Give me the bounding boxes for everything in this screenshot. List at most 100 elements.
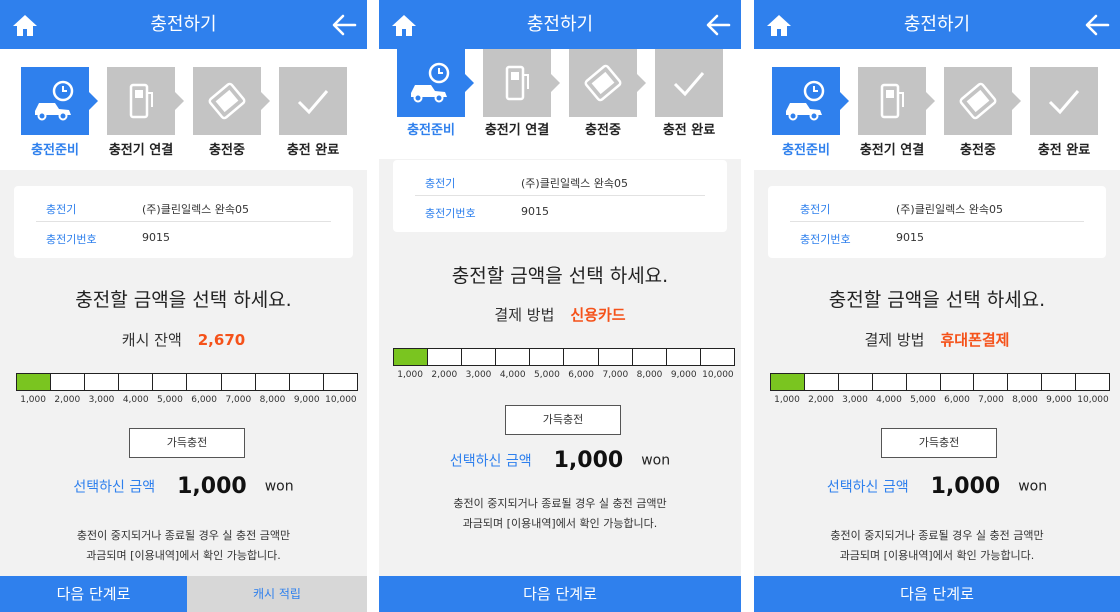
amount-option[interactable]: [700, 349, 734, 365]
arrow-left-icon[interactable]: [331, 12, 357, 38]
amount-option[interactable]: [119, 374, 154, 390]
amount-option[interactable]: [804, 374, 839, 390]
currency-unit: won: [641, 452, 671, 469]
amount-option[interactable]: [17, 374, 52, 390]
payment-method: 결제 방법 휴대폰결제: [754, 329, 1120, 350]
charger-label: 충전기: [800, 203, 831, 216]
charger-info-card: 충전기 (주)클린일렉스 완속05 충전기번호 9015: [768, 186, 1106, 258]
charger-label: 충전기: [425, 177, 456, 190]
amount-option[interactable]: [85, 374, 120, 390]
charger-number-value: 9015: [521, 205, 549, 218]
amount-option[interactable]: [187, 374, 222, 390]
page-title: 충전하기: [150, 14, 217, 35]
amount-option[interactable]: [1008, 374, 1043, 390]
amount-option[interactable]: [323, 374, 357, 390]
charger-number-label: 충전기번호: [425, 207, 476, 220]
amount-tick-label: 10,000: [702, 370, 734, 380]
footer-bar: 다음 단계로: [754, 576, 1120, 612]
charger-value: (주)클린일렉스 완속05: [142, 203, 250, 216]
charger-row: 충전기 (주)클린일렉스 완속05: [36, 192, 331, 222]
amount-tick-label: 4,000: [499, 370, 526, 380]
charger-info-card: 충전기 (주)클린일렉스 완속05 충전기번호 9015: [393, 160, 727, 232]
step-indicator: 충전준비 충전기 연결 충전중 충전 완료: [754, 49, 1120, 170]
step-label-charging: 충전중: [209, 143, 245, 158]
selected-amount: 선택하신 금액 1,000 won: [754, 474, 1120, 504]
step-label-connect: 충전기 연결: [859, 143, 925, 158]
amount-option[interactable]: [906, 374, 941, 390]
selected-amount-label: 선택하신 금액: [449, 453, 532, 470]
amount-selector: [393, 348, 735, 366]
next-step-button[interactable]: 다음 단계로: [754, 576, 1120, 612]
payment-method: 결제 방법 신용카드: [379, 304, 741, 325]
amount-option[interactable]: [221, 374, 256, 390]
charger-number-row: 충전기번호 9015: [415, 196, 705, 226]
billing-note-line: 과금되며 [이용내역]에서 확인 가능합니다.: [86, 549, 281, 562]
amount-option[interactable]: [289, 374, 324, 390]
step-indicator: 충전준비 충전기 연결 충전중 충전 완료: [0, 49, 367, 170]
check-icon: [297, 90, 329, 115]
selected-amount-value: 1,000: [177, 474, 247, 499]
step-charging: [944, 67, 1021, 135]
footer-bar: 다음 단계로: [379, 576, 741, 612]
amount-tick-label: 6,000: [568, 370, 594, 380]
app-header: 충전하기: [0, 0, 367, 49]
amount-tick-label: 4,000: [122, 395, 149, 405]
amount-option[interactable]: [496, 349, 531, 365]
step-prepare: [772, 67, 849, 135]
amount-option[interactable]: [564, 349, 599, 365]
amount-option[interactable]: [530, 349, 565, 365]
amount-tick-label: 1,000: [397, 370, 423, 380]
footer-bar: 다음 단계로 캐시 적립: [0, 576, 367, 612]
cash-earn-button[interactable]: 캐시 적립: [187, 576, 367, 612]
amount-prompt: 충전할 금액을 선택 하세요.: [75, 289, 292, 311]
amount-option[interactable]: [940, 374, 975, 390]
amount-tick-label: 7,000: [602, 370, 629, 380]
step-complete: [279, 67, 347, 135]
billing-note: 충전이 중지되거나 종료될 경우 실 충전 금액만 과금되며 [이용내역]에서 …: [379, 494, 741, 534]
amount-option[interactable]: [872, 374, 907, 390]
step-label-charging: 충전중: [960, 143, 996, 158]
amount-option[interactable]: [462, 349, 497, 365]
amount-option[interactable]: [255, 374, 290, 390]
step-charging: [569, 49, 646, 117]
step-connect: [483, 49, 560, 117]
amount-option[interactable]: [632, 349, 667, 365]
arrow-left-icon[interactable]: [705, 12, 731, 38]
amount-tick-label: 5,000: [534, 370, 560, 380]
amount-option[interactable]: [771, 374, 805, 390]
full-charge-button[interactable]: 가득충전: [881, 428, 997, 458]
step-prepare: [397, 49, 474, 117]
amount-tick-label: 3,000: [842, 395, 868, 405]
amount-option[interactable]: [1076, 374, 1110, 390]
amount-option[interactable]: [666, 349, 701, 365]
amount-option[interactable]: [838, 374, 873, 390]
amount-prompt: 충전할 금액을 선택 하세요.: [451, 265, 669, 287]
step-complete: [1030, 67, 1098, 135]
amount-tick-label: 3,000: [465, 370, 492, 380]
page-title: 충전하기: [903, 14, 971, 35]
selected-amount-value: 1,000: [553, 448, 624, 473]
full-charge-button[interactable]: 가득충전: [505, 405, 621, 435]
amount-tick-label: 5,000: [910, 395, 936, 405]
amount-tick-label: 6,000: [944, 395, 970, 405]
charger-row: 충전기 (주)클린일렉스 완속05: [790, 192, 1084, 222]
selected-amount-label: 선택하신 금액: [826, 479, 909, 496]
amount-selector: [770, 373, 1110, 391]
amount-option[interactable]: [598, 349, 633, 365]
step-connect: [858, 67, 935, 135]
charger-info-card: 충전기 (주)클린일렉스 완속05 충전기번호 9015: [14, 186, 353, 258]
next-step-button[interactable]: 다음 단계로: [0, 576, 187, 612]
amount-option[interactable]: [394, 349, 429, 365]
amount-option[interactable]: [1042, 374, 1077, 390]
amount-option[interactable]: [51, 374, 86, 390]
arrow-left-icon[interactable]: [1084, 12, 1110, 38]
amount-tick-label: 7,000: [225, 395, 252, 405]
amount-tick-label: 5,000: [157, 395, 183, 405]
next-step-button[interactable]: 다음 단계로: [379, 576, 741, 612]
amount-option[interactable]: [428, 349, 463, 365]
full-charge-button[interactable]: 가득충전: [129, 428, 245, 458]
amount-option[interactable]: [974, 374, 1009, 390]
charger-value: (주)클린일렉스 완속05: [896, 203, 1004, 216]
screen-cash: 충전하기 충전준비 충전기 연결 충전중 충전 완료 충전기 (주)클린일렉스 …: [0, 0, 367, 612]
amount-option[interactable]: [153, 374, 188, 390]
